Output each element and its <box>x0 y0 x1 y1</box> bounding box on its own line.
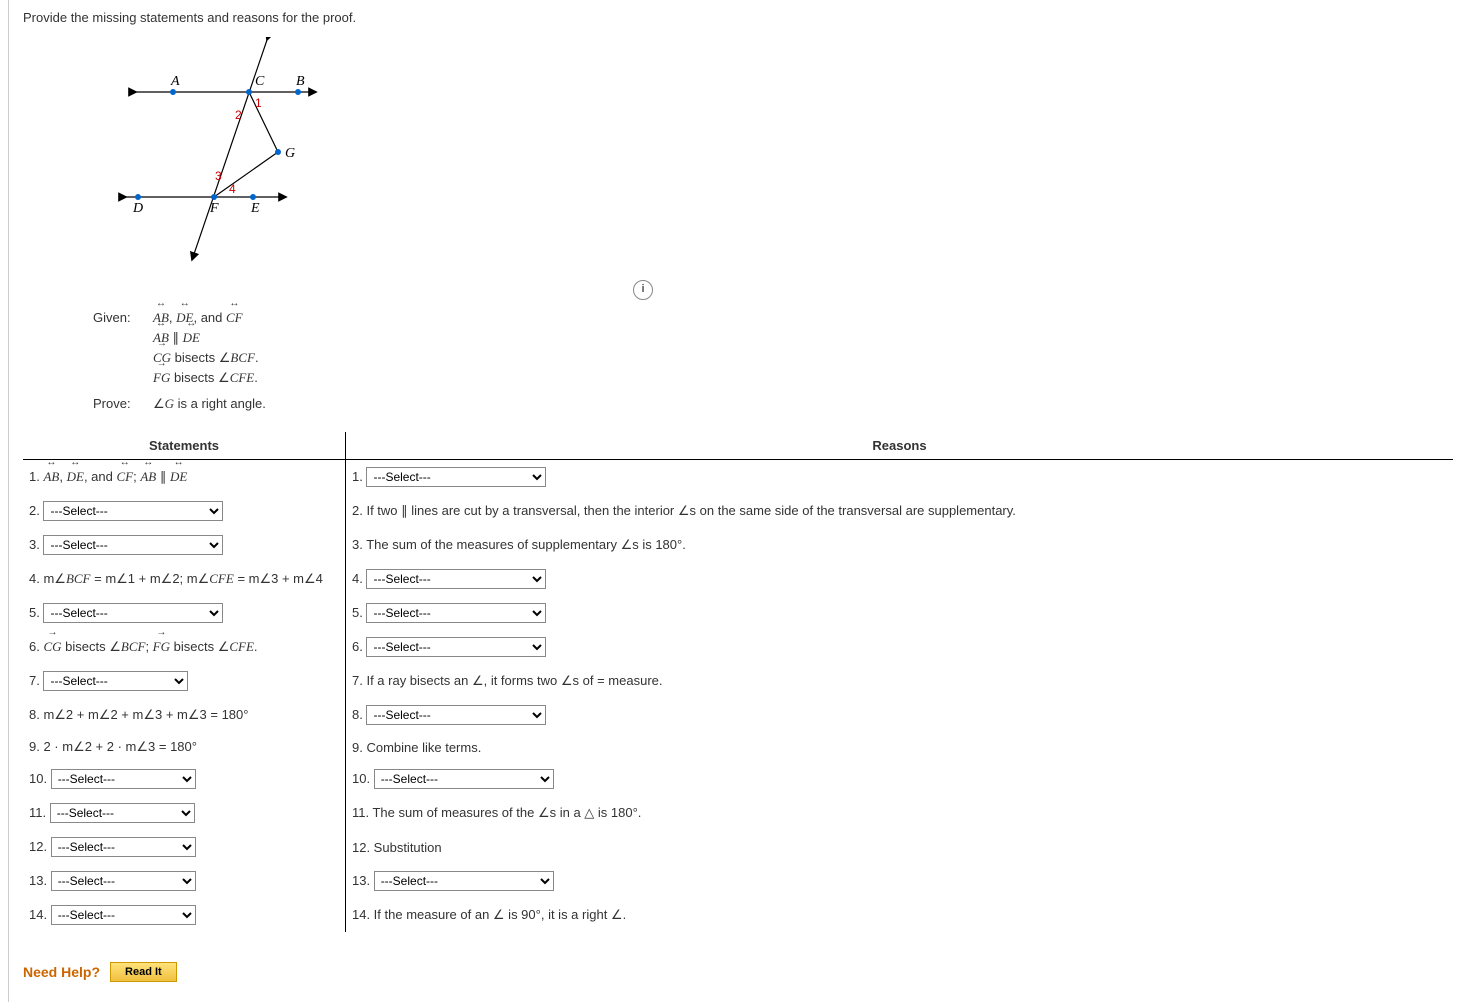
table-row: 1. AB, DE, and CF; AB ∥ DE 1. ---Select--… <box>23 460 1453 495</box>
table-row: 14. ---Select--- 14. If the measure of an… <box>23 898 1453 932</box>
statement-select[interactable]: ---Select--- <box>43 603 223 623</box>
table-row: 7. ---Select--- 7. If a ray bisects an ∠,… <box>23 664 1453 698</box>
row-number: 13. <box>29 873 51 888</box>
row-number: 11. <box>29 805 50 820</box>
statement-select[interactable]: ---Select--- <box>43 671 188 691</box>
given-body: AB, DE, and CF AB ∥ DE CG bisects ∠BCF. … <box>153 310 259 390</box>
row-number: 3. <box>29 537 43 552</box>
table-row: 6. CG bisects ∠BCF; FG bisects ∠CFE. 6. -… <box>23 630 1453 664</box>
statement-select[interactable]: ---Select--- <box>51 905 196 925</box>
svg-text:4: 4 <box>229 182 236 196</box>
statement-text: 1. AB, DE, and CF; AB ∥ DE <box>23 460 346 495</box>
reason-text: 7. If a ray bisects an ∠, it forms two ∠… <box>346 664 1454 698</box>
given-label: Given: <box>93 310 153 325</box>
geometry-diagram: A B C D E F G 1 2 3 4 <box>113 37 1453 270</box>
row-number: 13. <box>352 873 374 888</box>
svg-text:C: C <box>255 74 265 89</box>
reason-select[interactable]: ---Select--- <box>366 603 546 623</box>
svg-text:2: 2 <box>235 108 242 122</box>
row-number: 10. <box>29 771 51 786</box>
reason-text: 11. The sum of measures of the ∠s in a △… <box>346 796 1454 830</box>
statement-text: 8. m∠2 + m∠2 + m∠3 + m∠3 = 180° <box>23 698 346 732</box>
row-number: 8. <box>352 707 366 722</box>
row-number: 2. <box>29 503 43 518</box>
svg-text:3: 3 <box>215 169 222 183</box>
reasons-header: Reasons <box>346 432 1454 460</box>
need-help-label: Need Help? <box>23 964 100 980</box>
statement-text: 4. m∠BCF = m∠1 + m∠2; m∠CFE = m∠3 + m∠4 <box>23 562 346 596</box>
reason-select[interactable]: ---Select--- <box>366 637 546 657</box>
row-number: 5. <box>29 605 43 620</box>
row-number: 5. <box>352 605 366 620</box>
statement-select[interactable]: ---Select--- <box>51 769 196 789</box>
statement-text: 9. 2 · m∠2 + 2 · m∠3 = 180° <box>23 732 346 762</box>
svg-text:B: B <box>296 74 305 89</box>
table-row: 13. ---Select---13. ---Select--- <box>23 864 1453 898</box>
row-number: 7. <box>29 673 43 688</box>
table-row: 11. ---Select--- 11. The sum of measures … <box>23 796 1453 830</box>
svg-text:A: A <box>170 74 180 89</box>
reason-text: 14. If the measure of an ∠ is 90°, it is… <box>346 898 1454 932</box>
reason-select[interactable]: ---Select--- <box>366 569 546 589</box>
info-icon[interactable]: i <box>633 280 653 300</box>
statements-header: Statements <box>23 432 346 460</box>
svg-text:1: 1 <box>255 96 262 110</box>
reason-select[interactable]: ---Select--- <box>366 705 546 725</box>
row-number: 1. <box>352 469 366 484</box>
statement-select[interactable]: ---Select--- <box>50 803 195 823</box>
proof-table: Statements Reasons 1. AB, DE, and CF; AB… <box>23 432 1453 932</box>
row-number: 14. <box>29 907 51 922</box>
reason-select[interactable]: ---Select--- <box>366 467 546 487</box>
table-row: 10. ---Select---10. ---Select--- <box>23 762 1453 796</box>
row-number: 10. <box>352 771 374 786</box>
statement-select[interactable]: ---Select--- <box>51 837 196 857</box>
svg-text:E: E <box>250 201 260 216</box>
reason-text: 9. Combine like terms. <box>346 732 1454 762</box>
statement-text: 6. CG bisects ∠BCF; FG bisects ∠CFE. <box>23 630 346 664</box>
statement-select[interactable]: ---Select--- <box>43 535 223 555</box>
prove-label: Prove: <box>93 396 153 411</box>
row-number: 12. <box>29 839 51 854</box>
reason-select[interactable]: ---Select--- <box>374 769 554 789</box>
table-row: 12. ---Select--- 12. Substitution <box>23 830 1453 864</box>
row-number: 4. <box>352 571 366 586</box>
table-row: 9. 2 · m∠2 + 2 · m∠3 = 180°9. Combine li… <box>23 732 1453 762</box>
reason-text: 12. Substitution <box>346 830 1454 864</box>
reason-select[interactable]: ---Select--- <box>374 871 554 891</box>
svg-text:D: D <box>132 201 143 216</box>
table-row: 8. m∠2 + m∠2 + m∠3 + m∠3 = 180° 8. ---Sel… <box>23 698 1453 732</box>
read-it-button[interactable]: Read It <box>110 962 177 982</box>
table-row: 4. m∠BCF = m∠1 + m∠2; m∠CFE = m∠3 + m∠4 4… <box>23 562 1453 596</box>
table-row: 3. ---Select--- 3. The sum of the measure… <box>23 528 1453 562</box>
statement-select[interactable]: ---Select--- <box>43 501 223 521</box>
svg-text:G: G <box>285 146 295 161</box>
reason-text: 3. The sum of the measures of supplement… <box>346 528 1454 562</box>
prompt-text: Provide the missing statements and reaso… <box>23 10 1453 25</box>
row-number: 6. <box>352 639 366 654</box>
table-row: 2. ---Select--- 2. If two ∥ lines are cut… <box>23 494 1453 528</box>
svg-text:F: F <box>209 201 219 216</box>
reason-text: 2. If two ∥ lines are cut by a transvers… <box>346 494 1454 528</box>
statement-select[interactable]: ---Select--- <box>51 871 196 891</box>
prove-body: ∠G is a right angle. <box>153 396 266 412</box>
table-row: 5. ---Select---5. ---Select--- <box>23 596 1453 630</box>
